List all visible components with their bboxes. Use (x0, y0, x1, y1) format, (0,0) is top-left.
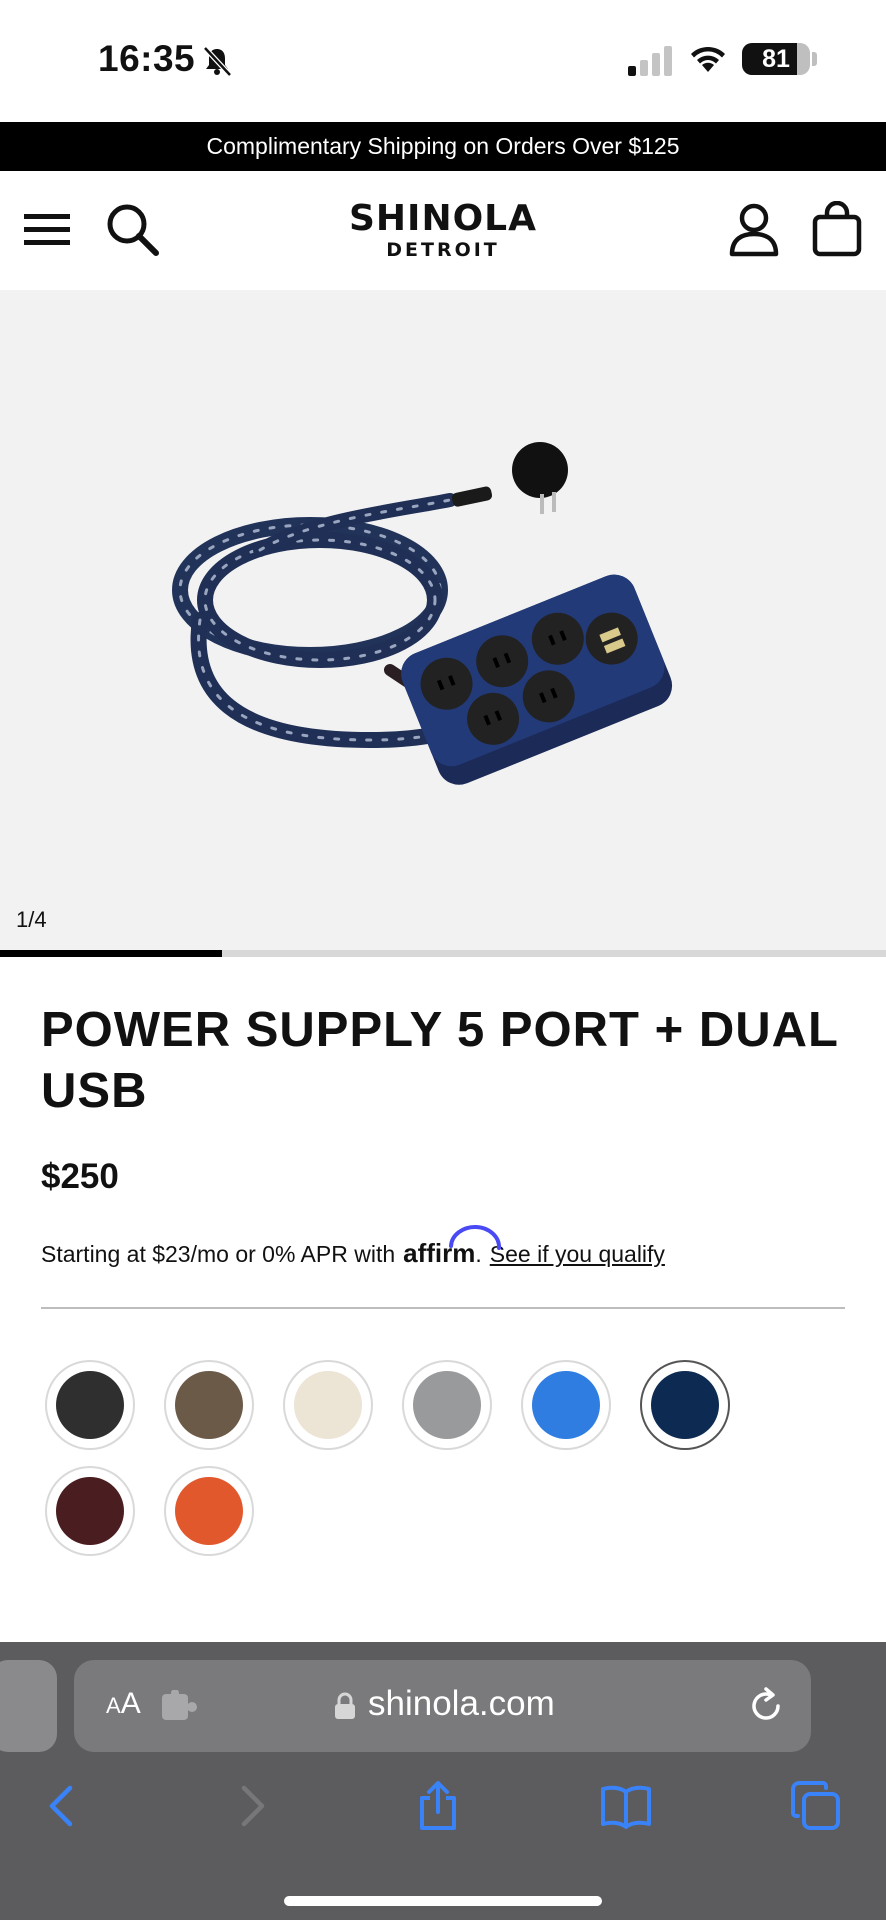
financing-text: Starting at $23/mo or 0% APR with (41, 1241, 396, 1267)
color-swatch-fill (294, 1371, 362, 1439)
color-swatch[interactable] (402, 1360, 492, 1450)
bookmarks-icon[interactable] (600, 1780, 652, 1832)
see-if-you-qualify-link[interactable]: See if you qualify (490, 1241, 665, 1268)
color-swatch[interactable] (283, 1360, 373, 1450)
promo-banner[interactable]: Complimentary Shipping on Orders Over $1… (0, 122, 886, 171)
reader-aa-button[interactable]: AA (106, 1687, 141, 1721)
status-time: 16:35 (98, 38, 196, 79)
color-swatch-fill (413, 1371, 481, 1439)
aa-large-letter: A (120, 1687, 141, 1720)
gallery-progress-fill (0, 950, 222, 957)
color-swatch[interactable] (521, 1360, 611, 1450)
extension-icon[interactable] (162, 1690, 198, 1722)
search-icon[interactable] (104, 201, 160, 257)
gallery-progress-track (0, 950, 886, 957)
tabs-icon[interactable] (790, 1780, 842, 1832)
account-icon[interactable] (728, 203, 780, 257)
shopping-bag-icon[interactable] (812, 201, 862, 257)
site-header: SHINOLA DETROIT (0, 171, 886, 290)
forward-icon[interactable] (226, 1780, 278, 1832)
color-swatch-fill (56, 1371, 124, 1439)
color-swatch-fill (56, 1477, 124, 1545)
affirm-logo: affirm (403, 1224, 502, 1269)
cellular-signal-icon (628, 46, 672, 76)
aa-small-letter: A (106, 1693, 121, 1718)
promo-banner-text: Complimentary Shipping on Orders Over $1… (206, 133, 680, 159)
battery-percent: 81 (762, 44, 790, 73)
logo-main: SHINOLA (349, 198, 537, 239)
previous-tab-preview[interactable] (0, 1660, 57, 1752)
color-swatch-fill (651, 1371, 719, 1439)
affirm-arc-icon (449, 1224, 502, 1250)
product-gallery[interactable]: 1/4 (0, 290, 886, 957)
color-swatch-fill (175, 1477, 243, 1545)
color-swatch[interactable] (164, 1360, 254, 1450)
color-swatch[interactable] (164, 1466, 254, 1556)
address-bar[interactable]: AA shinola.com (74, 1660, 811, 1752)
color-swatch[interactable] (45, 1360, 135, 1450)
logo-sub: DETROIT (386, 239, 500, 261)
product-image[interactable] (170, 440, 750, 800)
battery-nub (812, 52, 817, 66)
back-icon[interactable] (36, 1780, 88, 1832)
color-swatch-fill (532, 1371, 600, 1439)
product-title: POWER SUPPLY 5 PORT + DUAL USB (41, 1003, 839, 1118)
battery-indicator: 81 (742, 43, 810, 75)
financing-message: Starting at $23/mo or 0% APR with affirm… (41, 1224, 665, 1269)
share-icon[interactable] (412, 1780, 464, 1832)
color-swatch[interactable] (45, 1466, 135, 1556)
divider (41, 1307, 845, 1309)
product-price: $250 (41, 1157, 119, 1196)
shinola-logo[interactable]: SHINOLA DETROIT (336, 198, 550, 262)
bell-muted-icon (203, 46, 232, 77)
reload-icon[interactable] (746, 1686, 786, 1726)
color-swatch[interactable] (640, 1360, 730, 1450)
lock-icon (335, 1692, 355, 1719)
home-indicator[interactable] (284, 1896, 602, 1906)
wifi-icon (691, 46, 725, 72)
color-swatch-fill (175, 1371, 243, 1439)
menu-icon[interactable] (24, 207, 70, 253)
image-counter: 1/4 (16, 907, 47, 932)
status-bar: 16:35 81 (0, 0, 886, 122)
browser-chrome: AA shinola.com (0, 1642, 886, 1920)
url-text[interactable]: shinola.com (368, 1684, 555, 1724)
